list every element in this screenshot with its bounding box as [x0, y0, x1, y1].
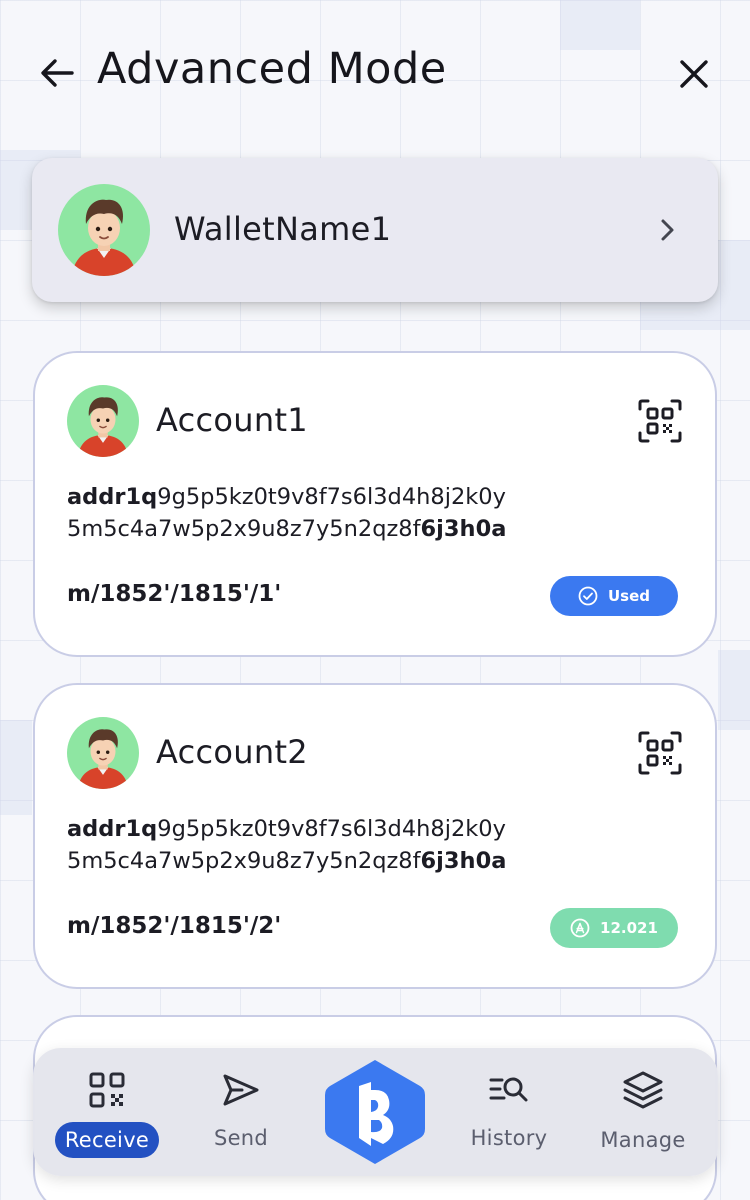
- wallet-selector[interactable]: WalletName1: [32, 158, 718, 302]
- qr-code-button[interactable]: [638, 399, 682, 443]
- ada-icon: [570, 918, 590, 938]
- nav-label: Send: [213, 1126, 269, 1150]
- history-search-icon: [487, 1068, 531, 1112]
- check-circle-icon: [578, 586, 598, 606]
- page-title: Advanced Mode: [97, 44, 447, 94]
- account-name: Account1: [156, 401, 308, 439]
- nav-item-receive[interactable]: Receive: [53, 1048, 161, 1176]
- qr-code-icon: [85, 1068, 129, 1112]
- qr-scan-icon: [638, 731, 682, 775]
- background-tile: [0, 720, 32, 815]
- avatar-icon: [58, 184, 150, 276]
- qr-code-button[interactable]: [638, 731, 682, 775]
- derivation-path: m/1852'/1815'/2': [67, 913, 282, 939]
- account-address: addr1q9g5p5kz0t9v8f7s6l3d4h8j2k0y 5m5c4a…: [67, 481, 667, 545]
- address-middle: 5m5c4a7w5p2x9u8z7y5n2qz8f: [67, 516, 421, 542]
- account-name: Account2: [156, 733, 308, 771]
- nav-label: History: [470, 1126, 548, 1150]
- address-prefix: addr1q: [67, 484, 158, 510]
- badge-label: 12.021: [600, 919, 658, 937]
- account-address: addr1q9g5p5kz0t9v8f7s6l3d4h8j2k0y 5m5c4a…: [67, 813, 667, 877]
- nav-item-history[interactable]: History: [461, 1048, 557, 1176]
- brand-logo-icon: [325, 1060, 425, 1164]
- header: Advanced Mode: [0, 0, 750, 150]
- avatar-icon: [67, 717, 139, 789]
- wallet-name: WalletName1: [174, 210, 392, 248]
- address-middle: 5m5c4a7w5p2x9u8z7y5n2qz8f: [67, 848, 421, 874]
- address-prefix: addr1q: [67, 816, 158, 842]
- close-button[interactable]: [672, 52, 716, 96]
- address-suffix: 6j3h0a: [420, 516, 507, 542]
- close-icon: [680, 60, 708, 88]
- back-button[interactable]: [34, 50, 80, 96]
- qr-scan-icon: [638, 399, 682, 443]
- nav-item-manage[interactable]: Manage: [589, 1048, 697, 1176]
- send-icon: [219, 1068, 263, 1112]
- badge-label: Used: [607, 587, 651, 605]
- chevron-right-icon: [654, 216, 682, 244]
- layers-icon: [621, 1068, 665, 1112]
- account-card[interactable]: Account2 addr1q9g5p5kz0t9v8f7s6l3d4h8j2k…: [33, 683, 717, 989]
- home-button[interactable]: [325, 1060, 425, 1164]
- nav-item-send[interactable]: Send: [193, 1048, 289, 1176]
- balance-badge: 12.021: [550, 908, 678, 948]
- address-middle: 9g5p5kz0t9v8f7s6l3d4h8j2k0y: [157, 484, 506, 510]
- address-middle: 9g5p5kz0t9v8f7s6l3d4h8j2k0y: [157, 816, 506, 842]
- avatar-icon: [67, 385, 139, 457]
- background-tile: [718, 650, 750, 730]
- nav-label: Receive: [54, 1122, 160, 1158]
- derivation-path: m/1852'/1815'/1': [67, 581, 282, 607]
- arrow-left-icon: [41, 59, 74, 87]
- bottom-nav: Receive Send History Manage: [33, 1048, 718, 1176]
- address-suffix: 6j3h0a: [420, 848, 507, 874]
- nav-label: Manage: [600, 1128, 686, 1152]
- status-badge: Used: [550, 576, 678, 616]
- account-card[interactable]: Account1 addr1q9g5p5kz0t9v8f7s6l3d4h8j2k…: [33, 351, 717, 657]
